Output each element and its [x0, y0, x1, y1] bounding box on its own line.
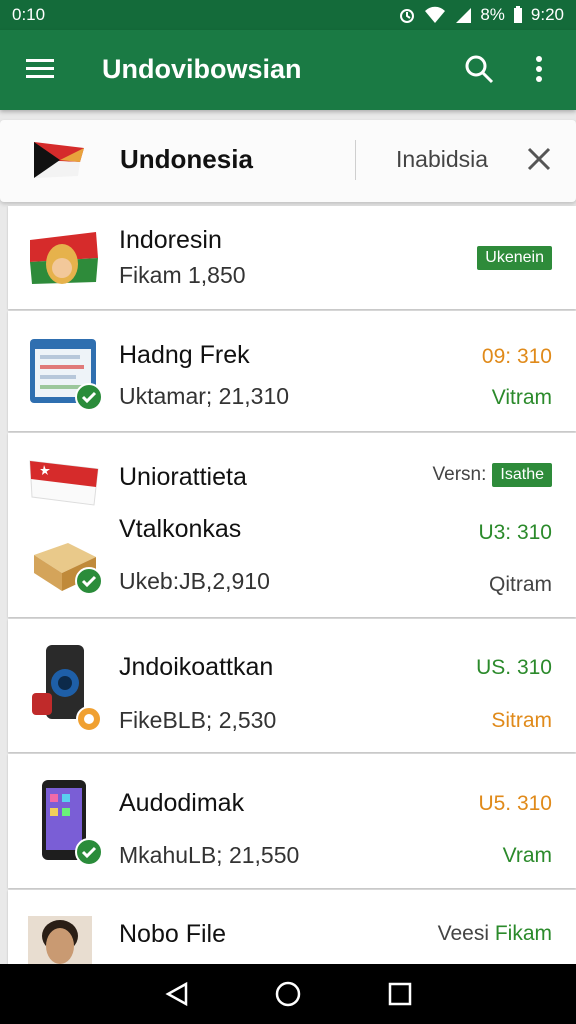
- list-item[interactable]: Nobo File Veesi Fikam: [8, 890, 576, 970]
- settings-gear-icon: [76, 706, 102, 732]
- check-icon: [75, 838, 103, 866]
- check-icon: [75, 567, 103, 595]
- signal-icon: [456, 8, 472, 23]
- search-icon[interactable]: [464, 54, 494, 84]
- list-item[interactable]: Jndoikoattkan FikeBLB; 2,530 US. 310 Sit…: [8, 619, 576, 752]
- item-subtitle: Uktamar; 21,310: [119, 383, 290, 409]
- flag-icon: [29, 460, 99, 506]
- status-badge: Isathe: [492, 463, 552, 487]
- status-right: 8% 9:20: [398, 5, 564, 25]
- item-status: Vitram: [491, 386, 552, 409]
- back-icon[interactable]: [164, 981, 190, 1007]
- item-title-secondary: Vtalkonkas: [119, 515, 242, 543]
- status-badge-text: Ukenein: [477, 246, 552, 270]
- version-label: Veesi: [437, 922, 489, 945]
- item-subtitle: Ukeb:JB,2,910: [119, 568, 270, 594]
- item-title: Nobo File: [119, 920, 226, 948]
- flag-portrait-icon: [30, 232, 98, 284]
- recents-icon[interactable]: [387, 981, 413, 1007]
- avatar: [28, 916, 92, 970]
- status-left-text: 0:10: [12, 5, 46, 24]
- item-title: Uniorattieta: [119, 463, 247, 491]
- check-icon: [75, 383, 103, 411]
- list-item[interactable]: Indoresin Fikam 1,850 Ukenein: [8, 206, 576, 309]
- item-status: Sitram: [491, 709, 552, 732]
- item-version-row: Veesi Fikam: [438, 922, 552, 946]
- item-version-row: Versn: Isathe: [433, 463, 552, 487]
- alarm-icon: [400, 9, 415, 23]
- item-title: Indoresin: [119, 226, 222, 254]
- item-status: Vram: [502, 844, 552, 867]
- battery-icon: [513, 6, 522, 23]
- home-icon[interactable]: [275, 981, 301, 1007]
- battery-percent: 8%: [480, 5, 505, 24]
- status-badge: Ukenein: [477, 244, 552, 270]
- item-subtitle: FikeBLB; 2,530: [119, 707, 277, 733]
- list-item[interactable]: Audodimak MkahuLB; 21,550 U5. 310 Vram: [8, 754, 576, 888]
- item-subtitle: Fikam 1,850: [119, 262, 246, 288]
- app-title: Undovibowsian: [102, 54, 302, 84]
- menu-icon[interactable]: [24, 56, 56, 82]
- item-subtitle: MkahuLB; 21,550: [119, 842, 300, 868]
- wifi-icon: [425, 6, 446, 23]
- app-bar: Undovibowsian: [0, 30, 576, 110]
- item-status: Fikam: [494, 922, 552, 945]
- item-version: U5. 310: [478, 792, 552, 815]
- status-bar: 0:10 8% 9:20: [0, 0, 576, 30]
- search-divider: [355, 140, 356, 180]
- item-title: Jndoikoattkan: [119, 653, 274, 681]
- search-query[interactable]: Undonesia: [120, 144, 253, 175]
- list-item[interactable]: Uniorattieta Vtalkonkas Ukeb:JB,2,910 Ve…: [8, 433, 576, 617]
- search-bar[interactable]: Undonesia Inabidsia: [0, 120, 576, 202]
- list-item[interactable]: Hadng Frek Uktamar; 21,310 09: 310 Vitra…: [8, 311, 576, 431]
- item-version: U3: 310: [478, 521, 552, 544]
- flag-icon: [34, 142, 84, 178]
- item-title: Hadng Frek: [119, 341, 250, 369]
- close-icon[interactable]: [526, 146, 552, 172]
- version-label: Versn:: [432, 464, 487, 485]
- item-title: Audodimak: [119, 789, 245, 817]
- search-language[interactable]: Inabidsia: [396, 146, 488, 173]
- item-status: Qitram: [489, 573, 552, 596]
- item-version: 09: 310: [481, 345, 552, 368]
- item-version: US. 310: [476, 656, 552, 679]
- status-time: 9:20: [530, 5, 564, 24]
- navigation-bar: [0, 964, 576, 1024]
- more-vert-icon[interactable]: [534, 54, 544, 84]
